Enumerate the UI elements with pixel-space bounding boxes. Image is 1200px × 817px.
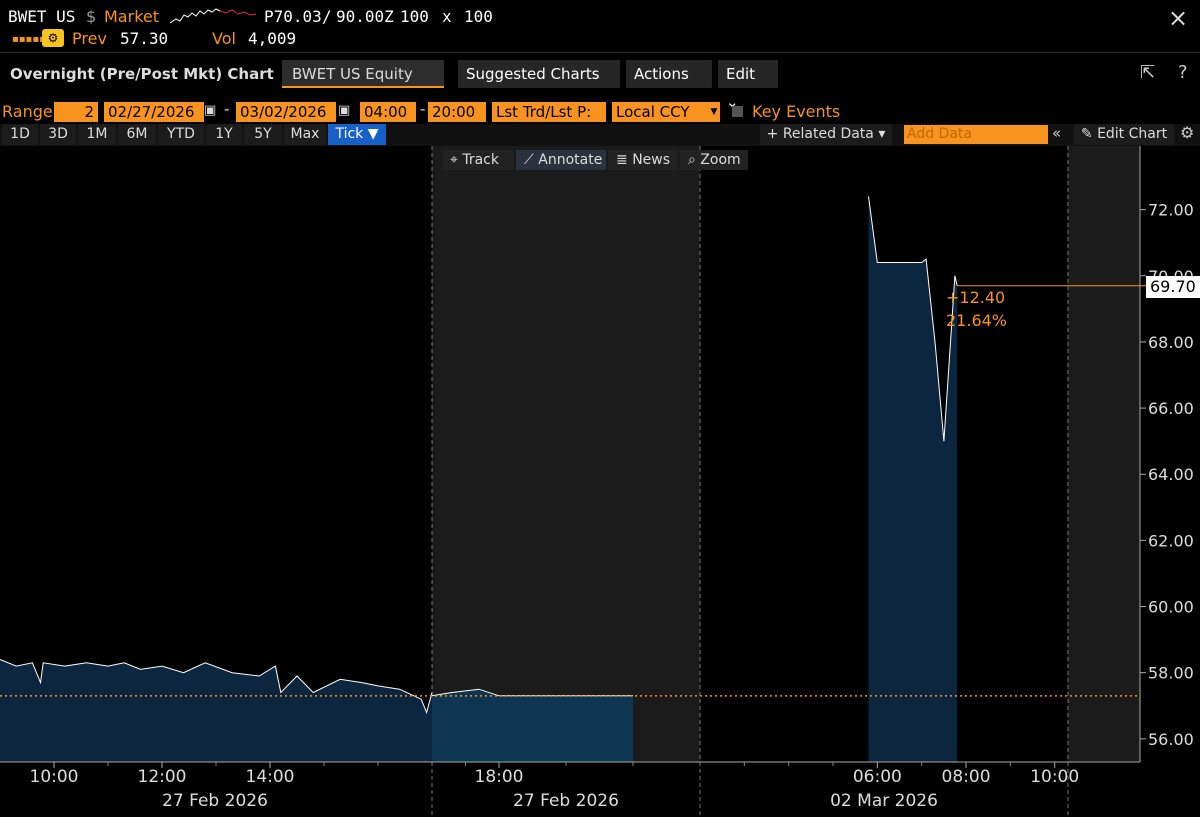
close-icon[interactable]: ×: [1168, 4, 1188, 32]
prev-value: 57.30: [120, 29, 169, 48]
help-icon[interactable]: ?: [1178, 62, 1188, 83]
time-dash: -: [420, 100, 426, 118]
tick-dropdown[interactable]: Tick ▼: [328, 124, 386, 145]
period-button-1d[interactable]: 1D: [2, 124, 38, 145]
size-separator: x: [442, 7, 452, 26]
related-data-button[interactable]: + Related Data ▾: [760, 124, 892, 145]
x-tick-label: 10:00: [30, 767, 79, 787]
sparkline-icon: [170, 8, 257, 24]
export-icon[interactable]: ⇱: [1140, 62, 1155, 83]
price-type-dropdown[interactable]: Lst Trd/Lst P:: [492, 102, 606, 122]
track-tool[interactable]: ⌖ Track: [442, 150, 514, 170]
magnifier-icon: ⌕: [688, 152, 696, 168]
edit-chart-button[interactable]: ✎ Edit Chart: [1074, 124, 1174, 145]
x-date-label: 27 Feb 2026: [513, 791, 619, 811]
add-data-input[interactable]: Add Data: [904, 125, 1048, 144]
start-date-field[interactable]: 02/27/2026: [104, 102, 204, 122]
currency-symbol: $: [86, 7, 97, 26]
period-button-1y[interactable]: 1Y: [206, 124, 242, 145]
period-button-5y[interactable]: 5Y: [244, 124, 282, 145]
period-button-3d[interactable]: 3D: [40, 124, 76, 145]
ask-size: 100: [464, 7, 493, 26]
gear-icon[interactable]: ⚙: [1180, 123, 1194, 142]
after-hours-band: [1068, 146, 1140, 762]
x-tick-label: 06:00: [853, 767, 902, 787]
x-tick-label: 12:00: [138, 767, 187, 787]
y-tick-label: 60.00: [1148, 598, 1194, 617]
x-tick-label: 18:00: [475, 767, 524, 787]
key-events-checkbox[interactable]: [732, 106, 743, 117]
news-icon[interactable]: ⚙: [42, 29, 64, 47]
prev-label: Prev: [72, 29, 107, 48]
vol-value: 4,009: [248, 29, 297, 48]
end-date-field[interactable]: 03/02/2026: [236, 102, 336, 122]
currency-dropdown[interactable]: Local CCY: [612, 102, 708, 122]
suggested-charts-button[interactable]: Suggested Charts ⌄: [458, 60, 620, 111]
news-tool[interactable]: ≣ News: [608, 150, 678, 170]
post-market-band: [432, 146, 700, 762]
price-area: [432, 689, 633, 762]
x-date-label: 02 Mar 2026: [830, 791, 938, 811]
quote-slash: /: [322, 7, 332, 26]
bid-quote: P70.03: [264, 7, 322, 26]
x-tick-label: 08:00: [942, 767, 991, 787]
bid-size: 100: [400, 7, 429, 26]
start-time-field[interactable]: 04:00: [360, 102, 416, 122]
x-date-label: 27 Feb 2026: [162, 791, 268, 811]
price-chart[interactable]: 72.0070.0068.0066.0064.0062.0060.0058.00…: [0, 146, 1200, 817]
ticker[interactable]: BWET US: [8, 7, 75, 26]
key-events-label: Key Events: [752, 102, 841, 121]
change-value: +12.40: [946, 288, 1006, 307]
end-time-field[interactable]: 20:00: [428, 102, 486, 122]
crosshair-icon: ⌖: [450, 152, 458, 168]
period-button-1m[interactable]: 1M: [78, 124, 116, 145]
last-price-tag: 69.70: [1146, 276, 1200, 298]
calendar-icon[interactable]: ▣: [338, 103, 350, 118]
price-area: [868, 196, 958, 762]
y-tick-label: 66.00: [1148, 399, 1194, 418]
x-tick-label: 10:00: [1030, 767, 1079, 787]
zoom-tool[interactable]: ⌕ Zoom: [680, 150, 748, 170]
chevron-down-icon[interactable]: ▼: [708, 102, 720, 122]
calendar-icon[interactable]: ▣: [204, 103, 216, 118]
chart-title: Overnight (Pre/Post Mkt) Chart: [10, 65, 274, 83]
change-percent: 21.64%: [946, 311, 1008, 330]
edit-button[interactable]: Edit ⌄: [718, 60, 778, 111]
news-icon: ≣: [616, 152, 628, 168]
actions-button[interactable]: Actions ⌄: [626, 60, 712, 111]
range-count-field[interactable]: 2: [54, 102, 98, 122]
ask-quote: 90.00Z: [336, 7, 394, 26]
collapse-icon[interactable]: «: [1052, 124, 1061, 142]
dots-icon: ▪▪▪▪▪: [12, 34, 46, 45]
y-tick-label: 62.00: [1148, 531, 1194, 550]
annotate-icon: ⟋: [524, 152, 534, 168]
period-button-ytd[interactable]: YTD: [158, 124, 204, 145]
y-tick-label: 72.00: [1148, 201, 1194, 220]
market-label: Market: [104, 7, 159, 26]
pencil-icon: ✎: [1080, 126, 1093, 142]
x-tick-label: 14:00: [246, 767, 295, 787]
range-label: Range: [2, 102, 53, 121]
price-area: [0, 659, 432, 762]
vol-label: Vol: [212, 29, 236, 48]
annotate-tool[interactable]: ⟋ Annotate: [516, 150, 606, 170]
y-tick-label: 64.00: [1148, 465, 1194, 484]
y-tick-label: 58.00: [1148, 664, 1194, 683]
range-dash: -: [224, 100, 230, 118]
security-field[interactable]: BWET US Equity: [282, 60, 444, 88]
period-button-6m[interactable]: 6M: [118, 124, 156, 145]
y-tick-label: 56.00: [1148, 730, 1194, 749]
period-button-max[interactable]: Max: [284, 124, 326, 145]
y-tick-label: 68.00: [1148, 333, 1194, 352]
